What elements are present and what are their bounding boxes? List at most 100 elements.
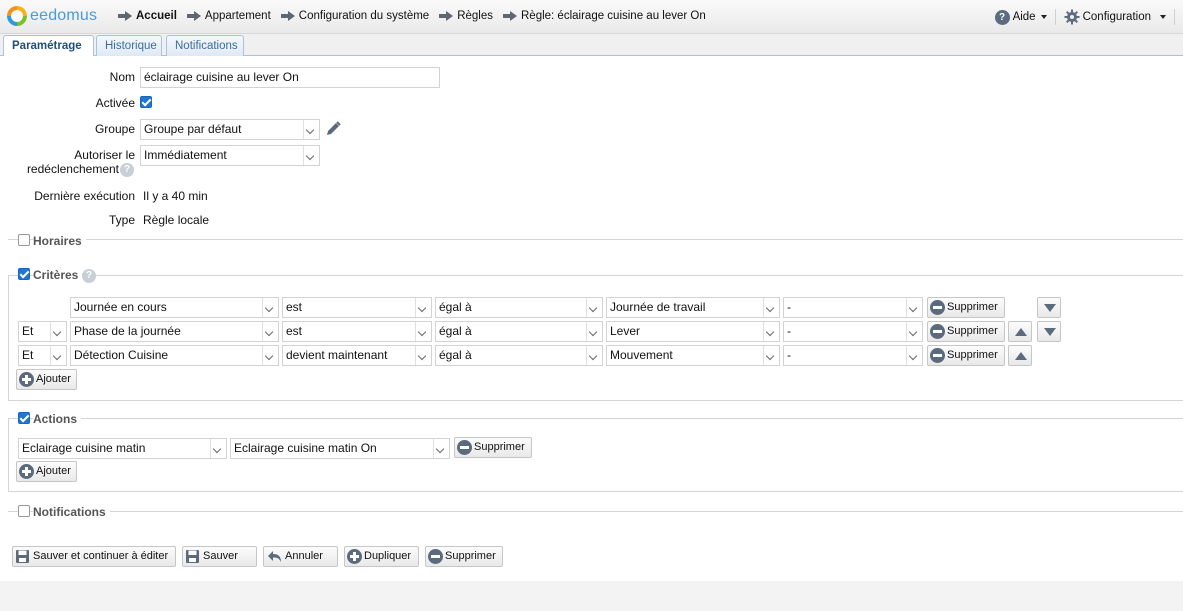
notifications-checkbox[interactable] xyxy=(18,505,30,517)
type-value: Règle locale xyxy=(143,213,210,227)
group-select[interactable]: Groupe par défaut xyxy=(140,119,320,140)
criteria-device-select[interactable]: Phase de la journée xyxy=(70,321,279,342)
delete-criteria-button[interactable]: Supprimer xyxy=(927,345,1005,366)
action-device-select[interactable]: Eclairage cuisine matin xyxy=(18,438,227,459)
active-checkbox[interactable] xyxy=(140,96,152,108)
actions-checkbox[interactable] xyxy=(18,412,30,424)
pencil-icon[interactable] xyxy=(324,120,342,138)
arrow-down-icon xyxy=(1044,304,1056,312)
add-criteria-button[interactable]: Ajouter xyxy=(16,369,77,390)
delete-action-button[interactable]: Supprimer xyxy=(454,437,532,458)
chevron-down-icon xyxy=(763,298,779,317)
section-divider xyxy=(8,239,1183,240)
divider xyxy=(1054,9,1056,25)
name-input[interactable]: éclairage cuisine au lever On xyxy=(140,67,440,88)
section-divider xyxy=(8,511,1183,512)
delete-criteria-button[interactable]: Supprimer xyxy=(927,321,1005,342)
chevron-down-icon xyxy=(262,346,278,365)
add-action-button[interactable]: Ajouter xyxy=(16,461,77,482)
criteria-conjunction-select[interactable]: Et xyxy=(18,321,67,342)
chevron-down-icon xyxy=(1160,15,1166,19)
criteria-device-select[interactable]: Détection Cuisine xyxy=(70,345,279,366)
minus-circle-icon xyxy=(930,300,945,315)
last-exec-value: Il y a 40 min xyxy=(143,189,208,203)
breadcrumb-item-regles[interactable]: Règles xyxy=(439,10,493,22)
last-exec-label: Dernière exécution xyxy=(34,189,135,203)
arrow-up-icon xyxy=(1015,352,1027,360)
logo[interactable]: eedomus xyxy=(7,6,97,26)
plus-circle-icon xyxy=(347,549,362,564)
criteres-checkbox[interactable] xyxy=(18,268,30,280)
chevron-down-icon xyxy=(415,298,431,317)
chevron-down-icon xyxy=(433,439,449,458)
horaires-checkbox[interactable] xyxy=(18,234,30,246)
criteria-operator-select[interactable]: égal à xyxy=(435,297,603,318)
chevron-down-icon xyxy=(763,322,779,341)
criteria-value-select[interactable]: Mouvement xyxy=(606,345,780,366)
criteria-extra-select[interactable]: - xyxy=(783,345,923,366)
save-and-continue-button[interactable]: Sauver et continuer à éditer xyxy=(12,546,176,567)
breadcrumb-item-accueil[interactable]: Accueil xyxy=(118,10,177,22)
chevron-down-icon xyxy=(303,120,319,139)
name-label: Nom xyxy=(109,70,135,84)
breadcrumb-item-configuration[interactable]: Configuration du système xyxy=(280,10,429,22)
delete-rule-button[interactable]: Supprimer xyxy=(425,546,503,567)
move-down-button[interactable] xyxy=(1037,297,1061,318)
arrow-right-icon xyxy=(439,11,454,21)
help-menu[interactable]: ? Aide xyxy=(994,9,1047,25)
action-value-select[interactable]: Eclairage cuisine matin On xyxy=(230,438,450,459)
top-bar: eedomus Accueil Appartement Configuratio… xyxy=(0,0,1183,34)
gear-icon xyxy=(1064,9,1080,25)
criteria-condition-select[interactable]: devient maintenant xyxy=(282,345,432,366)
delete-criteria-button[interactable]: Supprimer xyxy=(927,297,1005,318)
breadcrumb-item-appartement[interactable]: Appartement xyxy=(186,10,271,22)
retrigger-label-line1: Autoriser le xyxy=(74,148,135,162)
criteria-extra-select[interactable]: - xyxy=(783,321,923,342)
logo-ring-icon xyxy=(7,6,27,26)
configuration-menu[interactable]: Configuration xyxy=(1064,9,1166,25)
save-icon xyxy=(16,550,29,563)
help-icon[interactable]: ? xyxy=(82,269,96,283)
chevron-down-icon xyxy=(906,322,922,341)
tab-parametrage[interactable]: Paramétrage xyxy=(3,35,94,57)
move-down-button[interactable] xyxy=(1037,321,1061,342)
plus-circle-icon xyxy=(19,464,34,479)
tab-historique[interactable]: Historique xyxy=(96,35,162,56)
page-bottom-area xyxy=(0,581,1183,611)
actions-section-title: Actions xyxy=(33,412,82,426)
criteria-value-select[interactable]: Lever xyxy=(606,321,780,342)
active-label: Activée xyxy=(95,96,135,110)
minus-circle-icon xyxy=(930,348,945,363)
chevron-down-icon xyxy=(906,298,922,317)
criteria-operator-select[interactable]: égal à xyxy=(435,345,603,366)
horaires-section-title: Horaires xyxy=(33,234,86,248)
cancel-button[interactable]: Annuler xyxy=(263,546,338,567)
chevron-down-icon xyxy=(210,439,226,458)
criteria-extra-select[interactable]: - xyxy=(783,297,923,318)
breadcrumb: Accueil Appartement Configuration du sys… xyxy=(118,10,716,22)
top-right-menu: ? Aide Configuration xyxy=(994,9,1183,25)
help-icon[interactable]: ? xyxy=(120,163,134,177)
criteria-condition-select[interactable]: est xyxy=(282,297,432,318)
move-up-button[interactable] xyxy=(1008,345,1032,366)
chevron-down-icon xyxy=(763,346,779,365)
chevron-down-icon xyxy=(303,146,319,165)
criteria-condition-select[interactable]: est xyxy=(282,321,432,342)
criteria-operator-select[interactable]: égal à xyxy=(435,321,603,342)
save-icon xyxy=(186,550,199,563)
tab-notifications[interactable]: Notifications xyxy=(166,35,244,56)
duplicate-button[interactable]: Dupliquer xyxy=(344,546,419,567)
retrigger-label-line2: redéclenchement xyxy=(26,162,119,176)
arrow-up-icon xyxy=(1015,328,1027,336)
app-window: eedomus Accueil Appartement Configuratio… xyxy=(0,0,1183,611)
retrigger-select[interactable]: Immédiatement xyxy=(140,145,320,166)
breadcrumb-item-current-rule: Règle: éclairage cuisine au lever On xyxy=(503,10,706,22)
move-up-button[interactable] xyxy=(1008,321,1032,342)
criteres-section-title: Critères xyxy=(33,268,83,282)
criteria-value-select[interactable]: Journée de travail xyxy=(606,297,780,318)
criteria-conjunction-select[interactable]: Et xyxy=(18,345,67,366)
criteria-device-select[interactable]: Journée en cours xyxy=(70,297,279,318)
save-button[interactable]: Sauver xyxy=(182,546,257,567)
notifications-section-title: Notifications xyxy=(33,505,110,519)
logo-text: eedomus xyxy=(30,7,98,24)
